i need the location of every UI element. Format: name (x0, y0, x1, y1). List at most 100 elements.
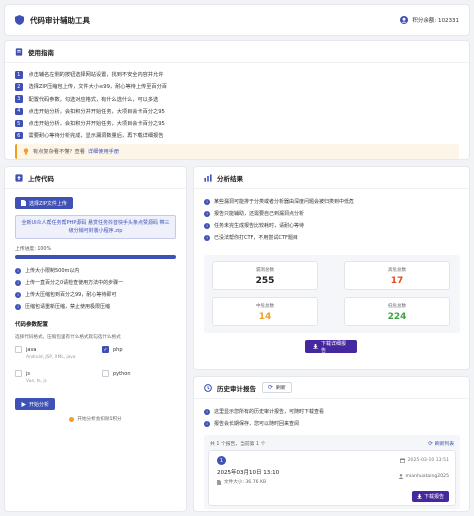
info-icon: i (204, 210, 210, 217)
manual-notice: 有点复杂看不懂？查看 详细使用手册 (15, 144, 459, 160)
upload-header: 上传代码 (5, 167, 186, 189)
upload-icon (15, 173, 23, 182)
refresh-button[interactable]: ⟳ 刷新 (262, 382, 292, 393)
file-icon (217, 479, 221, 485)
option-js[interactable]: js Vue, ts, js (15, 370, 47, 384)
result-note: i 某些漏洞可能排于分类或者分析器由深度问题会被归类到中低危 (204, 198, 459, 205)
user-icon (399, 474, 404, 479)
result-note: i 报告只能辅助，还需要自己到漏洞点分析 (204, 210, 459, 217)
bar-chart-icon (204, 173, 212, 182)
option-python[interactable]: python (102, 370, 131, 377)
guide-step: 1 点击辅名左侧的按钮选择网站设置，找到不安全内容并允许 (15, 71, 459, 79)
stat-medium: 中危总数 14 (212, 297, 318, 326)
refresh-icon: ⟳ (268, 384, 274, 391)
java-checkbox[interactable] (15, 346, 22, 353)
stat-low: 低危总数 224 (344, 297, 450, 326)
info-icon: i (204, 222, 210, 229)
option-php[interactable]: ✓ php (102, 346, 123, 353)
upload-rule: i 上传大小限制500m以内 (15, 267, 176, 274)
info-icon: i (15, 279, 21, 286)
upload-title: 上传代码 (28, 174, 54, 183)
info-icon: i (15, 291, 21, 298)
history-note: i 这里显示您所有的历史审计报告，可随时下载查看 (204, 408, 459, 415)
guide-step: 6 需要耐心等待分析完成，显示漏洞数量后，再下载详细报告 (15, 131, 459, 140)
app-brand: 代码审计辅助工具 (15, 15, 90, 26)
coin-icon (69, 416, 75, 422)
stat-high: 高危总数 17 (344, 261, 450, 290)
stats-panel: 漏洞总数 255 高危总数 17 中危总数 14 低危总数 224 (204, 255, 460, 333)
history-header: 历史审计报告 ⟳ 刷新 (194, 377, 469, 399)
refresh-icon: ⟳ (428, 440, 433, 447)
guide-header: 使用指南 (5, 41, 469, 63)
report-date: 2025-03-10 13:51 (399, 458, 449, 463)
results-card: 分析结果 i 某些漏洞可能排于分类或者分析器由深度问题会被归类到中低危 i 报告只能… (193, 166, 470, 370)
guide-step: 5 点击开始分析，会扣积分并开始任务，大项目会卡百分之95 (15, 119, 459, 128)
python-checkbox[interactable] (102, 370, 109, 377)
guide-step: 4 点击开始分析，会扣积分并开始任务，大项目会卡百分之95 (15, 107, 459, 116)
js-checkbox[interactable] (15, 370, 22, 377)
php-checkbox[interactable]: ✓ (102, 346, 109, 353)
download-icon (417, 494, 422, 499)
format-options: java Android, JSP, XML, java ✓ php js Vue… (15, 346, 176, 394)
refresh-list-button[interactable]: ⟳ 刷新列表 (428, 440, 454, 448)
guide-title: 使用指南 (28, 48, 54, 57)
guide-step: 3 配置代码参数，勾选对应格式，有什么选什么，可以多选 (15, 95, 459, 103)
book-icon (15, 47, 23, 56)
result-note: i 任务未完生成报告比较耗时，请耐心等待 (204, 222, 459, 229)
info-icon: i (204, 198, 210, 205)
app-title: 代码审计辅助工具 (30, 15, 90, 25)
upload-rule: i 上传一直百分之0请检查使用方法中的步骤一 (15, 279, 176, 286)
results-title: 分析结果 (217, 174, 243, 183)
upload-rule: i 压缩包请重新压缩，禁止使用极限压缩 (15, 303, 176, 310)
upload-progress-fill (15, 255, 176, 259)
selected-file-box: 全新UI众人帮任务帮PHP源码 悬赏任务抖音快手头条点赞源码 带三级分销可封装小… (15, 215, 176, 239)
upload-rule: i 上传大压缩包到百分之99，耐心等待即可 (15, 291, 176, 298)
points-label: 积分余额: 102331 (412, 18, 459, 24)
option-java[interactable]: java Android, JSP, XML, java (15, 346, 75, 360)
calendar-icon (399, 458, 405, 463)
info-icon: i (15, 267, 21, 274)
user-icon (400, 16, 409, 24)
top-bar: 代码审计辅助工具 积分余额: 102331 (4, 4, 470, 36)
report-user: mianhuataing2025 (399, 474, 449, 479)
config-title: 代码参数配置 (15, 322, 49, 328)
guide-card: 使用指南 1 点击辅名左侧的按钮选择网站设置，找到不安全内容并允许 2 选择ZIP压… (4, 40, 470, 160)
cost-note: 开始分析会扣除5积分 (15, 416, 176, 422)
guide-steps: 1 点击辅名左侧的按钮选择网站设置，找到不安全内容并允许 2 选择ZIP压缩包上传，… (5, 63, 469, 140)
history-list-bar: 共 1 个报告，当前第 1 个 ⟳ 刷新列表 (204, 435, 460, 448)
info-icon: i (204, 420, 210, 427)
stat-total: 漏洞总数 255 (212, 261, 318, 290)
start-analysis-button[interactable]: 开始分析 (15, 398, 56, 410)
history-title: 历史审计报告 (217, 384, 256, 393)
report-index: 1 (217, 456, 226, 465)
report-count: 共 1 个报告，当前第 1 个 (210, 442, 266, 447)
download-icon (313, 344, 318, 349)
file-icon (21, 200, 26, 206)
results-header: 分析结果 (194, 167, 469, 189)
upload-progress-bar (15, 255, 176, 259)
download-report-button[interactable]: 下载详细报告 (305, 340, 357, 354)
upload-progress-label: 上传进度: 100% (15, 247, 52, 252)
history-notes: i 这里显示您所有的历史审计报告，可随时下载查看 i 报告会长期保存，您可以随时回来… (194, 399, 469, 427)
download-history-report-button[interactable]: 下载报告 (411, 491, 449, 502)
points-balance: 积分余额: 102331 (400, 16, 459, 24)
bulb-icon (23, 148, 29, 155)
select-zip-button[interactable]: 选择ZIP文件上传 (15, 197, 73, 209)
history-list: 共 1 个报告，当前第 1 个 ⟳ 刷新列表 1 2025-03-10 13:5… (204, 435, 460, 509)
history-icon (204, 383, 212, 392)
guide-step: 2 选择ZIP压缩包上传，文件大小≤99，耐心等待上传至百分百 (15, 83, 459, 91)
result-note: i 已没法帮你打CTF，不用尝试CTF题目 (204, 234, 459, 241)
report-item[interactable]: 1 2025-03-10 13:51 2025年03月10日 13:10 文件大… (208, 450, 456, 506)
history-note: i 报告会长期保存，您可以随时回来查阅 (204, 420, 459, 427)
info-icon: i (204, 234, 210, 241)
selected-file-name: 全新UI众人帮任务帮PHP源码 悬赏任务抖音快手头条点赞源码 带三级分销可封装小… (21, 220, 170, 234)
manual-link[interactable]: 详细使用手册 (88, 148, 119, 155)
results-notes: i 某些漏洞可能排于分类或者分析器由深度问题会被归类到中低危 i 报告只能辅助，还需… (194, 189, 469, 241)
config-subtitle: 选择代码格式，压缩包里有什么格式就勾选什么格式 (15, 335, 121, 340)
info-icon: i (15, 303, 21, 310)
info-icon: i (204, 408, 210, 415)
play-icon (21, 401, 26, 407)
upload-card: 上传代码 选择ZIP文件上传 全新UI众人帮任务帮PHP源码 悬赏任务抖音快手头… (4, 166, 187, 512)
history-card: 历史审计报告 ⟳ 刷新 i 这里显示您所有的历史审计报告，可随时下载查看 i 报告会… (193, 376, 470, 512)
upload-rules: i 上传大小限制500m以内 i 上传一直百分之0请检查使用方法中的步骤一 i 上传大… (15, 267, 176, 310)
